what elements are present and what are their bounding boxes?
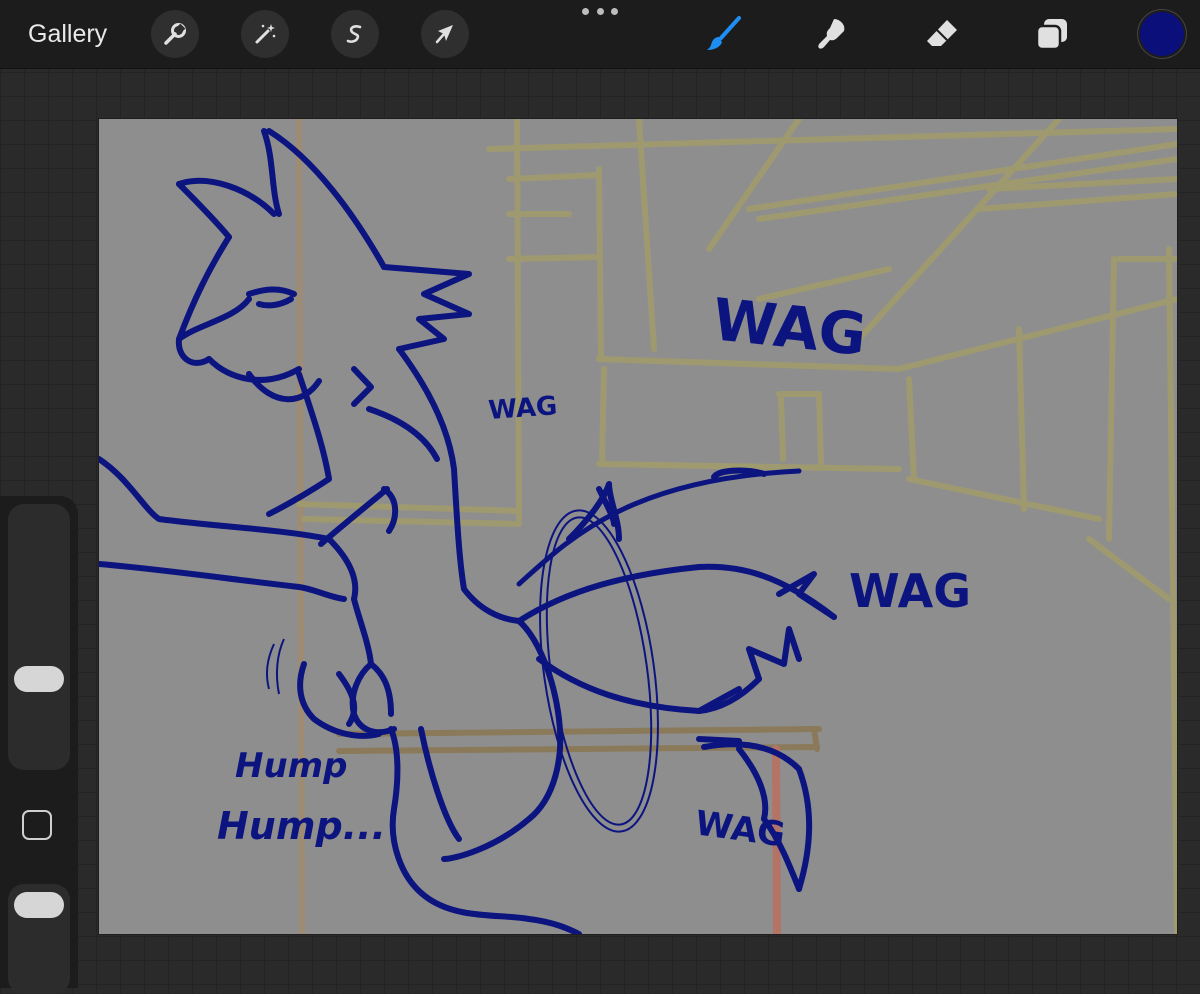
- layers-icon: [1035, 19, 1067, 51]
- sfx-hump-2: Hump...: [217, 804, 386, 848]
- selection-button[interactable]: [331, 10, 379, 58]
- magic-wand-icon: [255, 24, 276, 44]
- arrow-cursor-icon: [435, 25, 453, 44]
- eraser-tool-button[interactable]: [920, 12, 964, 56]
- artwork: WAG WAG WAG WAG Hump Hump...: [99, 119, 1177, 934]
- smudge-icon: [818, 19, 845, 49]
- wrench-icon: [164, 23, 186, 45]
- eraser-icon: [927, 20, 957, 46]
- actions-button[interactable]: [151, 10, 199, 58]
- color-picker-button[interactable]: [1140, 12, 1184, 56]
- brush-icon: [707, 16, 741, 50]
- brush-tool-button[interactable]: [702, 12, 746, 56]
- selection-icon: [346, 25, 362, 43]
- sfx-hump-1: Hump: [235, 746, 347, 786]
- modify-button[interactable]: [22, 810, 52, 840]
- dot: [582, 8, 589, 15]
- layers-button[interactable]: [1030, 12, 1074, 56]
- gallery-button[interactable]: Gallery: [28, 20, 107, 49]
- top-toolbar: Gallery: [0, 0, 1200, 69]
- brush-size-slider[interactable]: [8, 504, 70, 770]
- sfx-wag-small: WAG: [487, 391, 558, 426]
- sfx-wag-right: WAG: [849, 564, 971, 618]
- more-options-handle[interactable]: [582, 8, 618, 20]
- adjustments-button[interactable]: [241, 10, 289, 58]
- sfx-wag-big: WAG: [710, 285, 870, 369]
- dot: [596, 8, 604, 15]
- dot: [611, 8, 618, 15]
- left-sidebar: [0, 496, 78, 994]
- transform-button[interactable]: [421, 10, 469, 58]
- opacity-handle[interactable]: [14, 892, 64, 918]
- smudge-tool-button[interactable]: [811, 12, 855, 56]
- brush-size-handle[interactable]: [14, 666, 64, 692]
- drawing-canvas[interactable]: WAG WAG WAG WAG Hump Hump...: [98, 118, 1178, 935]
- motion-lines: [265, 509, 659, 833]
